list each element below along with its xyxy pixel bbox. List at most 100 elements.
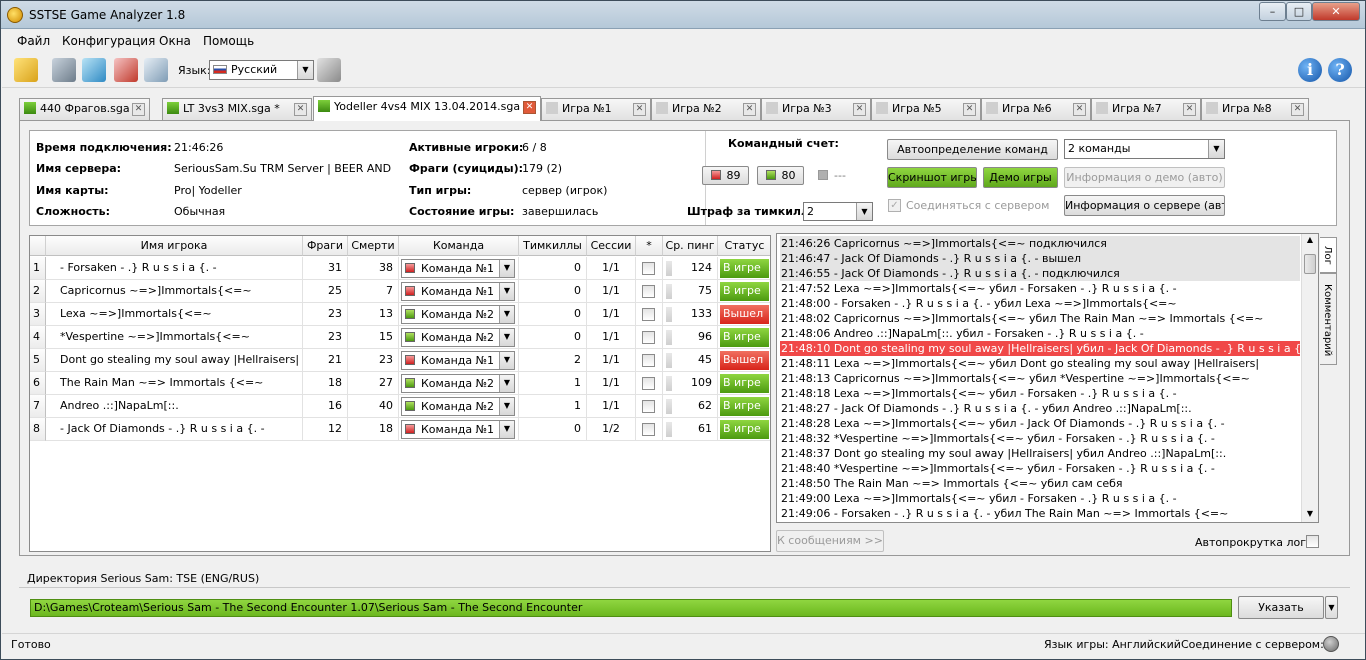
tab-lt-3vs3[interactable]: LT 3vs3 MIX.sga * ✕: [162, 98, 312, 120]
row-checkbox[interactable]: [642, 331, 655, 344]
table-row[interactable]: 2 Capricornus ~=>]Immortals{<=~ 25 7 Команда…: [30, 280, 770, 303]
col-star[interactable]: *: [636, 236, 663, 256]
close-tab-icon[interactable]: ✕: [294, 103, 307, 116]
export-icon[interactable]: [82, 58, 106, 82]
close-tab-icon[interactable]: ✕: [743, 103, 756, 116]
close-tab-icon[interactable]: ✕: [1073, 103, 1086, 116]
log-line[interactable]: 21:48:11 Lexa ~=>]Immortals{<=~ убил Don…: [780, 356, 1300, 371]
col-frags[interactable]: Фраги: [303, 236, 348, 256]
menu-config[interactable]: Конфигурация: [62, 34, 155, 48]
team-select[interactable]: Команда №2 ▼: [401, 305, 515, 324]
col-player-name[interactable]: Имя игрока: [46, 236, 303, 256]
log-line[interactable]: 21:46:55 - Jack Of Diamonds - .} R u s s…: [780, 266, 1300, 281]
log-line[interactable]: 21:48:13 Capricornus ~=>]Immortals{<=~ у…: [780, 371, 1300, 386]
tab-game-8[interactable]: Игра №8 ✕: [1201, 98, 1309, 120]
specify-path-button[interactable]: Указать: [1238, 596, 1324, 619]
row-checkbox[interactable]: [642, 262, 655, 275]
table-row[interactable]: 5 Dont go stealing my soul away |Hellrais…: [30, 349, 770, 372]
side-tab-log[interactable]: Лог: [1320, 237, 1337, 273]
col-team[interactable]: Команда: [399, 236, 519, 256]
col-deaths[interactable]: Смерти: [348, 236, 399, 256]
info-icon[interactable]: i: [1298, 58, 1322, 82]
scroll-down-icon[interactable]: ▼: [1304, 508, 1316, 520]
log-line[interactable]: 21:48:00 - Forsaken - .} R u s s i a {. …: [780, 296, 1300, 311]
close-tab-icon[interactable]: ✕: [853, 103, 866, 116]
pdf-export-icon[interactable]: [114, 58, 138, 82]
game-path-field[interactable]: D:\Games\Croteam\Serious Sam - The Secon…: [30, 599, 1232, 617]
log-line[interactable]: 21:48:02 Capricornus ~=>]Immortals{<=~ у…: [780, 311, 1300, 326]
scroll-thumb[interactable]: [1304, 254, 1316, 274]
team-select[interactable]: Команда №1 ▼: [401, 259, 515, 278]
close-tab-icon[interactable]: ✕: [963, 103, 976, 116]
minimize-button[interactable]: –: [1259, 2, 1286, 21]
row-checkbox[interactable]: [642, 377, 655, 390]
log-line[interactable]: 21:48:40 *Vespertine ~=>]Immortals{<=~ у…: [780, 461, 1300, 476]
col-sessions[interactable]: Сессии: [587, 236, 636, 256]
close-tab-icon[interactable]: ✕: [132, 103, 145, 116]
table-row[interactable]: 4 *Vespertine ~=>]Immortals{<=~ 23 15 Команд…: [30, 326, 770, 349]
log-line[interactable]: 21:46:47 - Jack Of Diamonds - .} R u s s…: [780, 251, 1300, 266]
log-line[interactable]: 21:48:32 *Vespertine ~=>]Immortals{<=~ у…: [780, 431, 1300, 446]
row-checkbox[interactable]: [642, 354, 655, 367]
side-tab-comments[interactable]: Комментарий: [1320, 273, 1337, 365]
table-row[interactable]: 8- Jack Of Diamonds - .} R u s s i a {. …: [30, 418, 770, 441]
maximize-button[interactable]: □: [1286, 2, 1312, 21]
col-status[interactable]: Статус: [718, 236, 770, 256]
close-tab-icon[interactable]: ✕: [633, 103, 646, 116]
tab-game-2[interactable]: Игра №2 ✕: [651, 98, 761, 120]
to-messages-button[interactable]: К сообщениям >>>: [776, 530, 884, 552]
demo-info-button[interactable]: Информация о демо (авто): [1064, 167, 1225, 188]
log-scrollbar[interactable]: ▲ ▼: [1301, 234, 1318, 522]
autoscroll-checkbox[interactable]: [1306, 535, 1319, 548]
log-line[interactable]: 21:48:06 Andreo .::]NapaLm[::. убил - Fo…: [780, 326, 1300, 341]
specify-dropdown-icon[interactable]: ▼: [1325, 596, 1338, 619]
table-row[interactable]: 1- Forsaken - .} R u s s i a {. -31 38 Ком…: [30, 257, 770, 280]
server-info-button[interactable]: Информация о сервере (авто): [1064, 195, 1225, 216]
save-disk-icon[interactable]: [52, 58, 76, 82]
team-select[interactable]: Команда №2 ▼: [401, 374, 515, 393]
log-line[interactable]: 21:49:06 - Forsaken - .} R u s s i a {. …: [780, 506, 1300, 521]
close-tab-icon[interactable]: ✕: [1291, 103, 1304, 116]
log-line[interactable]: 21:48:10 Dont go stealing my soul away |…: [780, 341, 1300, 356]
log-line[interactable]: 21:48:37 Dont go stealing my soul away |…: [780, 446, 1300, 461]
language-select[interactable]: Русский ▼: [209, 60, 314, 80]
close-tab-icon[interactable]: ✕: [523, 101, 536, 114]
log-line[interactable]: 21:46:26 Capricornus ~=>]Immortals{<=~ п…: [780, 236, 1300, 251]
team-select[interactable]: Команда №1 ▼: [401, 351, 515, 370]
tab-game-3[interactable]: Игра №3 ✕: [761, 98, 871, 120]
print-icon[interactable]: [144, 58, 168, 82]
log-line[interactable]: 21:48:50 The Rain Man ~=> Immortals {<=~…: [780, 476, 1300, 491]
team-select[interactable]: Команда №2 ▼: [401, 328, 515, 347]
table-row[interactable]: 3 Lexa ~=>]Immortals{<=~ 23 13 Команда №2 ▼ 0 1…: [30, 303, 770, 326]
log-line[interactable]: 21:48:28 Lexa ~=>]Immortals{<=~ убил - J…: [780, 416, 1300, 431]
team-select[interactable]: Команда №1 ▼: [401, 420, 515, 439]
tools-icon[interactable]: [317, 58, 341, 82]
log-line[interactable]: 21:48:18 Lexa ~=>]Immortals{<=~ убил - F…: [780, 386, 1300, 401]
teamkill-penalty-select[interactable]: 2 ▼: [803, 202, 873, 221]
tab-game-5[interactable]: Игра №5 ✕: [871, 98, 981, 120]
row-checkbox[interactable]: [642, 423, 655, 436]
scroll-up-icon[interactable]: ▲: [1304, 234, 1316, 246]
open-folder-icon[interactable]: [14, 58, 38, 82]
connect-server-checkbox[interactable]: ✓: [888, 199, 901, 212]
auto-detect-teams-button[interactable]: Автоопределение команд: [887, 139, 1058, 160]
log-line[interactable]: 21:49:00 Lexa ~=>]Immortals{<=~ убил - F…: [780, 491, 1300, 506]
menu-help[interactable]: Помощь: [203, 34, 254, 48]
tab-game-6[interactable]: Игра №6 ✕: [981, 98, 1091, 120]
tab-game-7[interactable]: Игра №7 ✕: [1091, 98, 1201, 120]
help-icon[interactable]: ?: [1328, 58, 1352, 82]
tab-440-frags[interactable]: 440 Фрагов.sga ✕: [19, 98, 150, 120]
close-button[interactable]: ✕: [1312, 2, 1360, 21]
team-select[interactable]: Команда №2 ▼: [401, 397, 515, 416]
teams-count-select[interactable]: 2 команды ▼: [1064, 139, 1225, 159]
table-row[interactable]: 7 Andreo .::]NapaLm[::. 16 40 Команда №2 ▼ 1 1/…: [30, 395, 770, 418]
team-select[interactable]: Команда №1 ▼: [401, 282, 515, 301]
demo-button[interactable]: Демо игры: [983, 167, 1058, 188]
close-tab-icon[interactable]: ✕: [1183, 103, 1196, 116]
log-line[interactable]: 21:48:27 - Jack Of Diamonds - .} R u s s…: [780, 401, 1300, 416]
table-row[interactable]: 6 The Rain Man ~=> Immortals {<=~ 18 27 Кома…: [30, 372, 770, 395]
menu-file[interactable]: Файл: [17, 34, 50, 48]
tab-yodeller[interactable]: Yodeller 4vs4 MIX 13.04.2014.sga ✕: [313, 96, 541, 121]
col-teamkills[interactable]: Тимкиллы: [519, 236, 587, 256]
row-checkbox[interactable]: [642, 285, 655, 298]
